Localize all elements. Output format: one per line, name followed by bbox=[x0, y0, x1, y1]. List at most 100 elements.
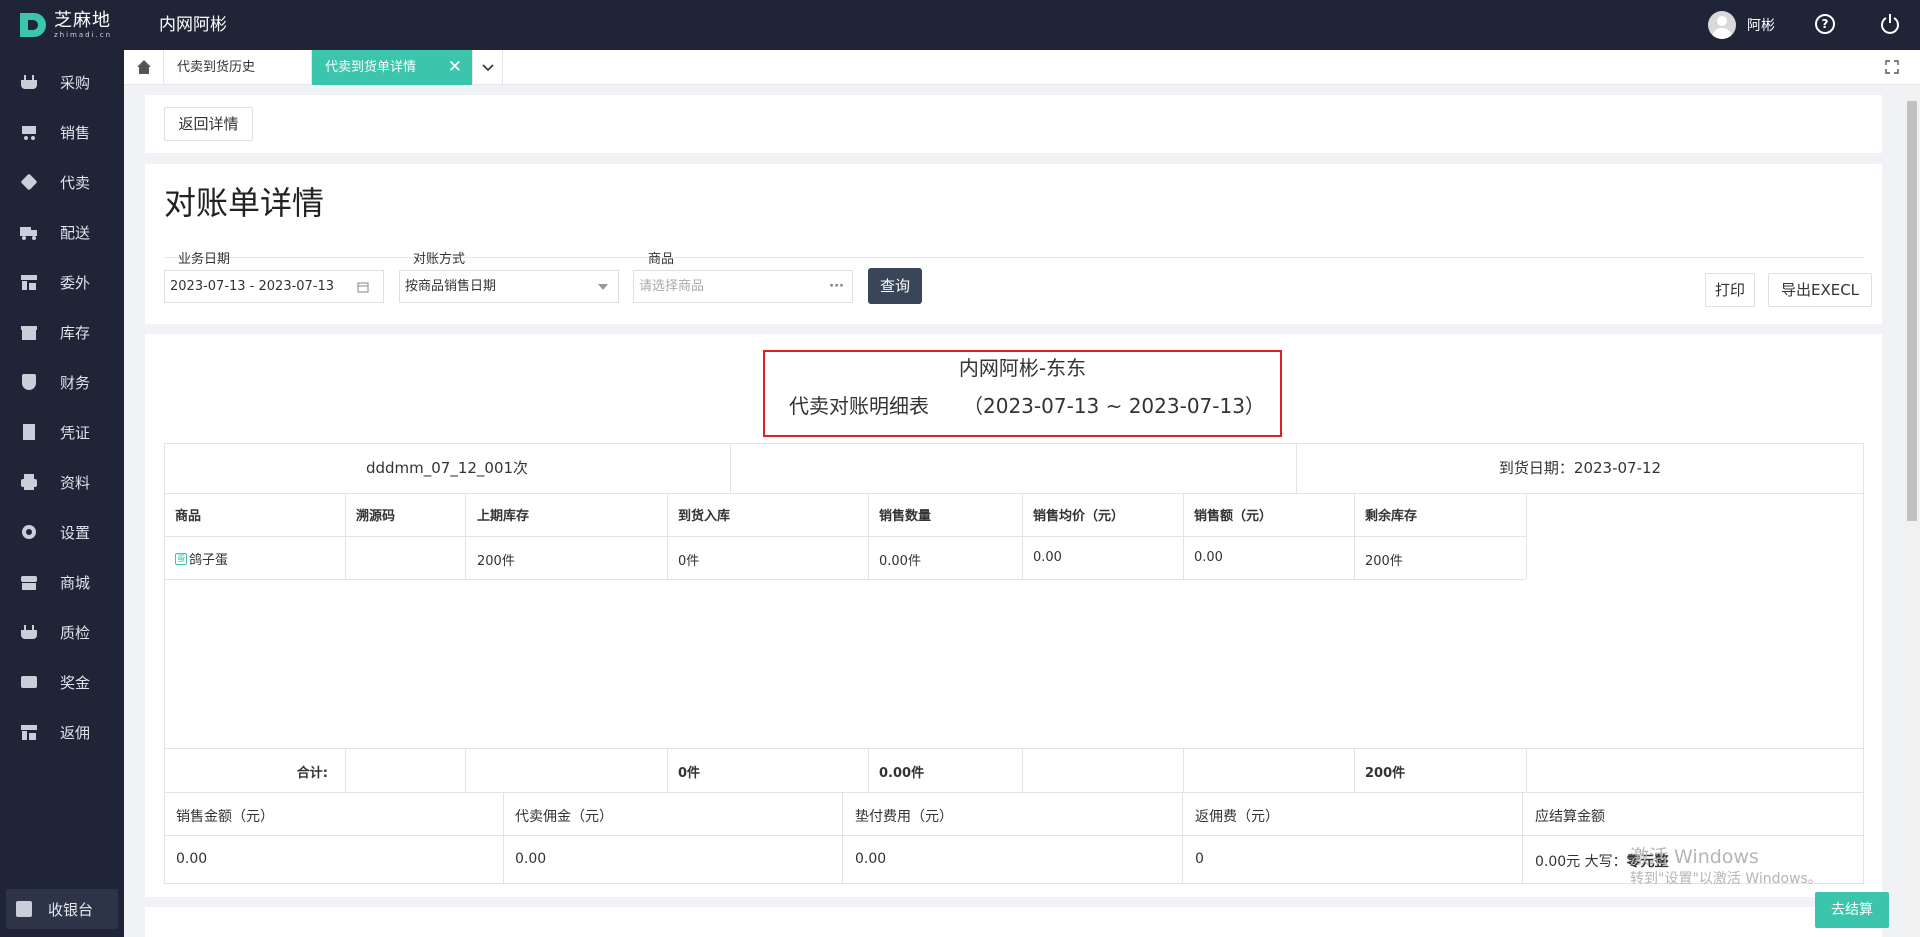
total-remaining: 200件 bbox=[1365, 766, 1406, 781]
close-icon[interactable]: ✕ bbox=[448, 50, 462, 85]
scrollbar-thumb[interactable] bbox=[1907, 101, 1917, 521]
sidebar-item-delivery[interactable]: 配送 bbox=[0, 212, 124, 252]
top-bar: 芝麻地 zhimadi.cn 内网阿彬 阿彬 ? bbox=[0, 0, 1920, 50]
col-avg-price: 销售均价（元） bbox=[1033, 509, 1125, 524]
sidebar-item-outsource[interactable]: 委外 bbox=[0, 262, 124, 302]
sidebar-item-label: 委外 bbox=[60, 273, 91, 292]
cashier-icon bbox=[16, 901, 32, 917]
user-menu[interactable]: 阿彬 bbox=[1708, 9, 1775, 41]
settlement-amount: 0.00元 大写： bbox=[1535, 854, 1627, 870]
summary-sales-amount-label: 销售金额（元） bbox=[176, 809, 274, 825]
tab-bar: 代卖到货历史 代卖到货单详情 ✕ bbox=[124, 50, 1920, 85]
sidebar-item-label: 奖金 bbox=[60, 673, 91, 692]
more-icon[interactable]: ··· bbox=[829, 271, 844, 302]
truck-icon bbox=[20, 223, 38, 241]
sidebar-item-data[interactable]: 资料 bbox=[0, 462, 124, 502]
method-select[interactable]: 按商品销售日期 bbox=[399, 270, 619, 303]
basket-icon bbox=[20, 73, 38, 91]
sidebar-item-label: 配送 bbox=[60, 223, 91, 242]
summary-rebate-value: 0 bbox=[1195, 851, 1204, 867]
scrollbar[interactable] bbox=[1904, 85, 1920, 937]
summary-commission-value: 0.00 bbox=[515, 851, 547, 867]
tab-home[interactable] bbox=[124, 50, 164, 85]
sidebar-item-consign[interactable]: 代卖 bbox=[0, 162, 124, 202]
sidebar-item-label: 返佣 bbox=[60, 723, 91, 742]
sidebar-item-label: 库存 bbox=[60, 323, 91, 342]
summary-commission-label: 代卖佣金（元） bbox=[515, 809, 613, 825]
sidebar-item-finance[interactable]: 财务 bbox=[0, 362, 124, 402]
sidebar-item-label: 质检 bbox=[60, 623, 91, 642]
product-label: 商品 bbox=[648, 252, 675, 267]
arrival-date: 到货日期：2023-07-12 bbox=[1498, 459, 1662, 477]
storehouse-icon bbox=[20, 323, 38, 341]
wallet-icon bbox=[20, 673, 38, 691]
summary-advance-label: 垫付费用（元） bbox=[855, 809, 953, 825]
sidebar-item-quality[interactable]: 质检 bbox=[0, 612, 124, 652]
export-button[interactable]: 导出EXECL bbox=[1768, 273, 1872, 307]
prev-stock-value: 200件 bbox=[477, 554, 515, 569]
cashier-button[interactable]: 收银台 bbox=[6, 889, 118, 929]
col-sales-qty: 销售数量 bbox=[879, 509, 932, 524]
sidebar-item-label: 商城 bbox=[60, 573, 91, 592]
home-icon bbox=[137, 60, 151, 74]
method-label: 对账方式 bbox=[413, 252, 466, 267]
sidebar-item-rebate[interactable]: 返佣 bbox=[0, 712, 124, 752]
sidebar-item-voucher[interactable]: 凭证 bbox=[0, 412, 124, 452]
fullscreen-icon[interactable] bbox=[1885, 60, 1899, 74]
tab-more-button[interactable] bbox=[473, 50, 503, 85]
total-label: 合计: bbox=[296, 766, 328, 781]
product-input[interactable]: 请选择商品 ··· bbox=[633, 270, 853, 303]
user-name: 阿彬 bbox=[1747, 18, 1775, 34]
sidebar-item-settings[interactable]: 设置 bbox=[0, 512, 124, 552]
sidebar-item-bonus[interactable]: 奖金 bbox=[0, 662, 124, 702]
power-icon[interactable] bbox=[1880, 13, 1900, 35]
sidebar-item-label: 代卖 bbox=[60, 173, 91, 192]
summary-sales-amount-value: 0.00 bbox=[176, 851, 208, 867]
activation-watermark-title: 激活 Windows bbox=[1630, 846, 1759, 868]
print-button[interactable]: 打印 bbox=[1705, 273, 1755, 307]
col-product: 商品 bbox=[175, 509, 202, 524]
back-button[interactable]: 返回详情 bbox=[164, 107, 253, 141]
sidebar-item-label: 资料 bbox=[60, 473, 91, 492]
sidebar: 采购 销售 代卖 配送 委外 库存 财务 凭证 资料 设置 商城 质检 奖金 返… bbox=[0, 50, 124, 937]
sidebar-item-sales[interactable]: 销售 bbox=[0, 112, 124, 152]
cashier-label: 收银台 bbox=[48, 900, 94, 919]
total-qty: 0.00件 bbox=[879, 766, 925, 781]
tab-label: 代卖到货历史 bbox=[177, 60, 256, 75]
table-row: 蛋 鸽子蛋 bbox=[175, 549, 228, 568]
col-arrival: 到货入库 bbox=[678, 509, 731, 524]
filter-panel: 对账单详情 业务日期 2023-07-13 - 2023-07-13 对账方式 … bbox=[145, 164, 1882, 324]
col-sales-amount: 销售额（元） bbox=[1194, 509, 1273, 524]
basket-check-icon bbox=[20, 623, 38, 641]
sidebar-item-inventory[interactable]: 库存 bbox=[0, 312, 124, 352]
date-label: 业务日期 bbox=[178, 252, 231, 267]
tab-consign-detail[interactable]: 代卖到货单详情 ✕ bbox=[312, 50, 473, 85]
printer-icon bbox=[20, 473, 38, 491]
arrival-value: 0件 bbox=[678, 554, 700, 569]
date-range-input[interactable]: 2023-07-13 - 2023-07-13 bbox=[164, 270, 384, 303]
warehouse-icon bbox=[20, 273, 38, 291]
sidebar-item-label: 财务 bbox=[60, 373, 91, 392]
building-icon bbox=[20, 723, 38, 741]
logo[interactable]: 芝麻地 zhimadi.cn bbox=[18, 9, 122, 41]
system-title: 内网阿彬 bbox=[159, 15, 227, 35]
next-panel bbox=[145, 907, 1882, 937]
calendar-icon bbox=[357, 282, 369, 293]
query-button[interactable]: 查询 bbox=[868, 268, 922, 304]
page-title: 对账单详情 bbox=[164, 184, 325, 222]
gear-icon bbox=[20, 523, 38, 541]
tab-consign-history[interactable]: 代卖到货历史 bbox=[164, 50, 312, 85]
sidebar-item-label: 采购 bbox=[60, 73, 91, 92]
sidebar-item-purchase[interactable]: 采购 bbox=[0, 62, 124, 102]
caret-down-icon bbox=[598, 284, 608, 290]
sidebar-item-mall[interactable]: 商城 bbox=[0, 562, 124, 602]
date-range-value: 2023-07-13 - 2023-07-13 bbox=[170, 279, 335, 294]
sales-qty-value: 0.00件 bbox=[879, 554, 921, 569]
checkout-button[interactable]: 去结算 bbox=[1815, 892, 1889, 928]
sales-amount-value: 0.00 bbox=[1194, 550, 1223, 565]
batch-number: dddmm_07_12_001次 bbox=[365, 459, 529, 477]
yen-shield-icon bbox=[20, 373, 38, 391]
help-icon[interactable]: ? bbox=[1815, 14, 1835, 34]
logo-text: 芝麻地 bbox=[54, 9, 111, 31]
tag-icon bbox=[20, 173, 38, 191]
